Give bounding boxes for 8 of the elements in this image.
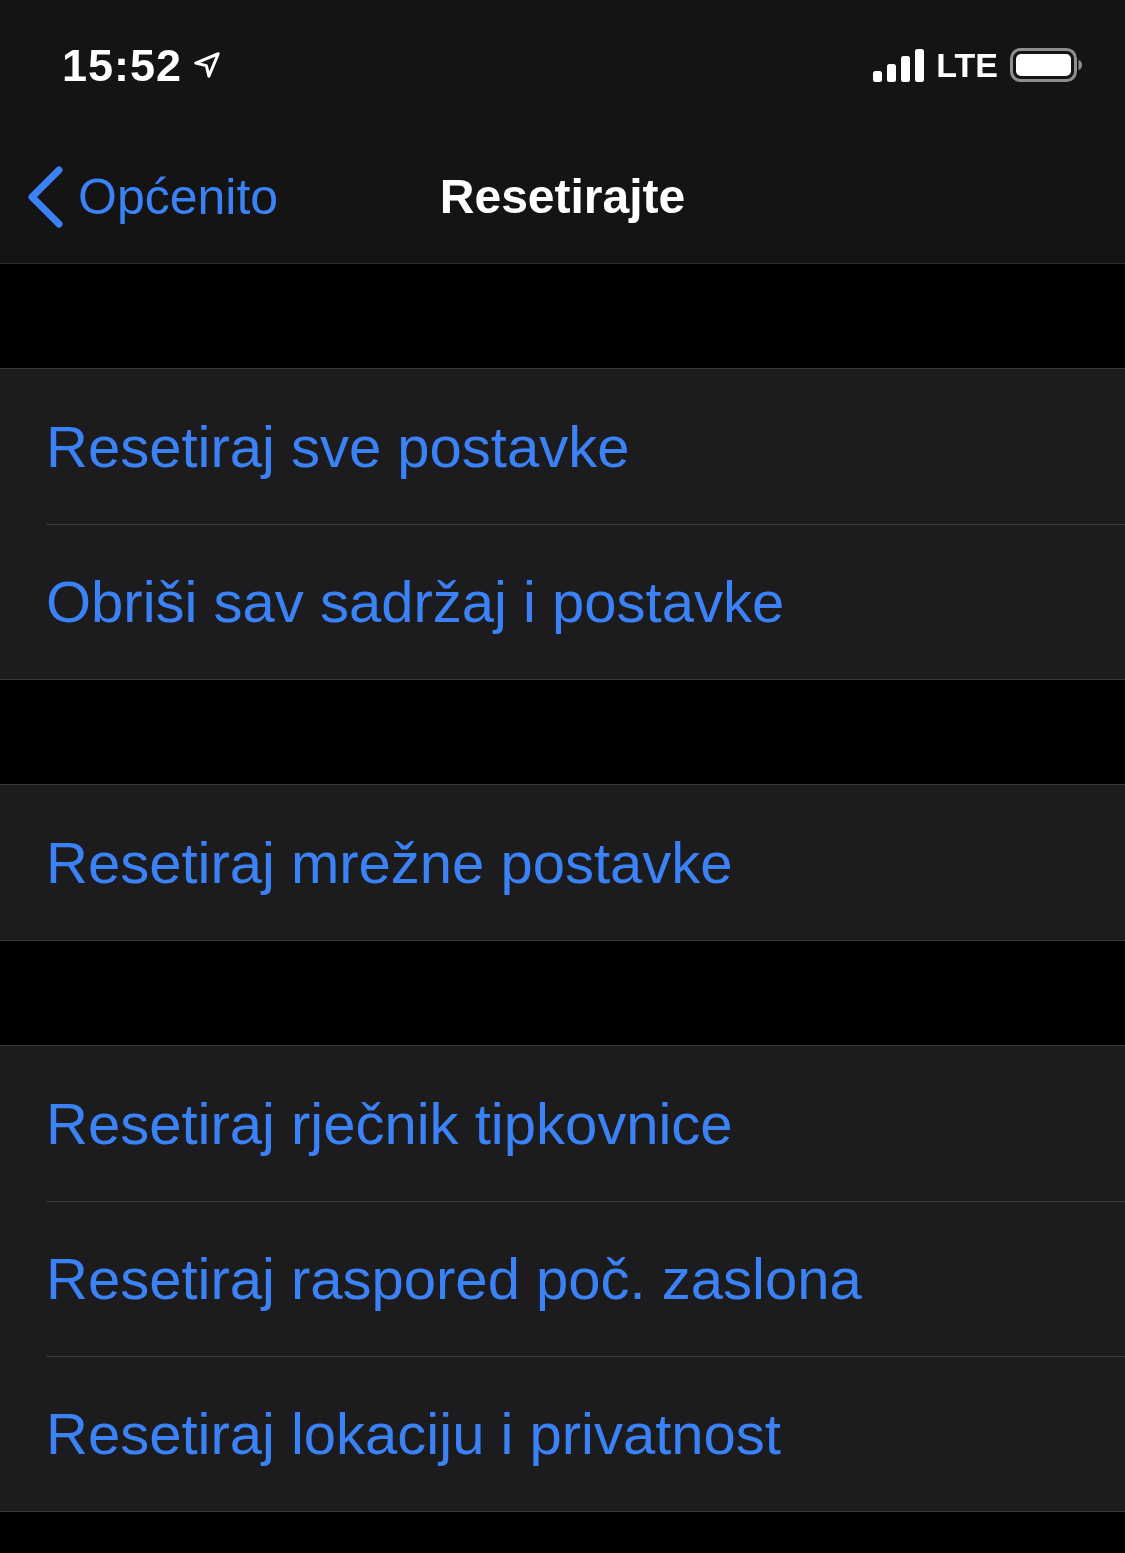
status-time: 15:52	[62, 42, 183, 88]
location-arrow-icon	[192, 50, 223, 80]
chevron-left-icon	[26, 165, 64, 228]
battery-icon	[1010, 48, 1082, 82]
signal-bars-icon	[873, 48, 925, 82]
network-type: LTE	[936, 48, 998, 82]
back-button[interactable]: Općenito	[26, 165, 279, 228]
page-title: Resetirajte	[439, 172, 686, 221]
